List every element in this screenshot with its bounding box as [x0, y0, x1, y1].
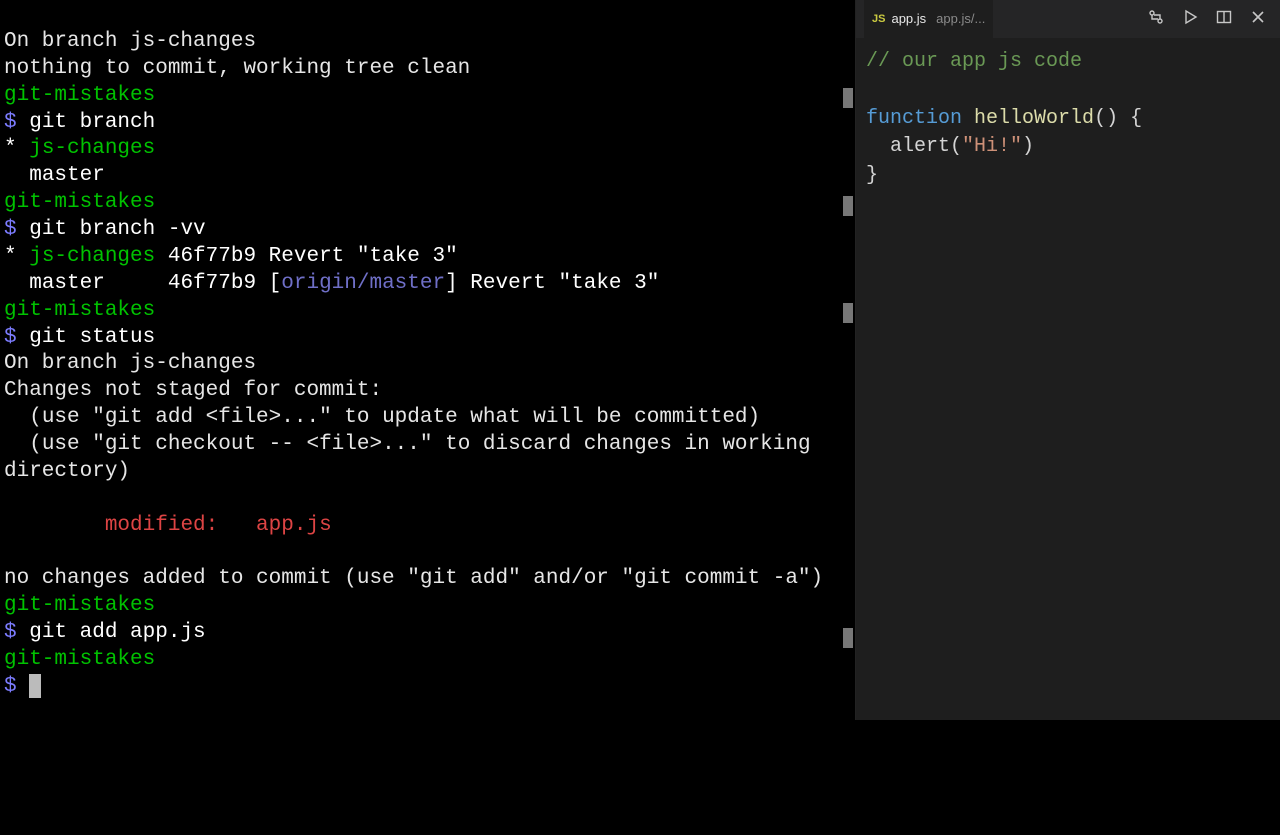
scrollbar-marker[interactable]: [843, 628, 853, 648]
command: git add app.js: [29, 621, 205, 644]
editor-tab-actions: [1148, 9, 1280, 30]
cwd-label: git-mistakes: [4, 648, 155, 671]
tab-filename: app.js: [891, 11, 926, 28]
scrollbar-marker[interactable]: [843, 303, 853, 323]
close-icon[interactable]: [1250, 9, 1266, 30]
branch-detail: 46f77b9 Revert "take 3": [155, 245, 457, 268]
modified-file: modified: app.js: [4, 514, 332, 537]
split-editor-icon[interactable]: [1216, 9, 1232, 30]
prompt-symbol: $: [4, 111, 29, 134]
editor-pane: JS app.js app.js/...: [855, 0, 1280, 720]
terminal-pane[interactable]: On branch js-changes nothing to commit, …: [0, 0, 855, 720]
cwd-label: git-mistakes: [4, 84, 155, 107]
branch-name: master: [4, 164, 105, 187]
status-line: On branch js-changes: [4, 30, 256, 53]
cwd-label: git-mistakes: [4, 191, 155, 214]
status-line: nothing to commit, working tree clean: [4, 57, 470, 80]
code-text: }: [866, 164, 878, 187]
cwd-label: git-mistakes: [4, 594, 155, 617]
status-line: On branch js-changes: [4, 352, 256, 375]
js-file-icon: JS: [872, 12, 885, 26]
command: git branch -vv: [29, 218, 205, 241]
prompt-symbol: $: [4, 675, 29, 698]
editor-tab-bar: JS app.js app.js/...: [856, 0, 1280, 38]
status-hint: (use "git add <file>..." to update what …: [4, 406, 760, 429]
scrollbar-marker[interactable]: [843, 88, 853, 108]
current-branch: js-changes: [29, 245, 155, 268]
code-keyword: function: [866, 107, 962, 130]
current-branch: js-changes: [29, 137, 155, 160]
code-comment: // our app js code: [866, 50, 1082, 73]
command: git branch: [29, 111, 155, 134]
prompt-symbol: $: [4, 326, 29, 349]
status-line: no changes added to commit (use "git add…: [4, 567, 823, 590]
terminal-output: On branch js-changes nothing to commit, …: [4, 29, 851, 701]
command: git status: [29, 326, 155, 349]
remote-ref: origin/master: [281, 272, 445, 295]
branch-detail: master 46f77b9 [: [4, 272, 281, 295]
code-area[interactable]: // our app js code function helloWorld()…: [856, 38, 1280, 720]
branch-detail: ] Revert "take 3": [445, 272, 659, 295]
prompt-symbol: $: [4, 621, 29, 644]
code-text: ): [1022, 135, 1034, 158]
status-line: Changes not staged for commit:: [4, 379, 382, 402]
run-icon[interactable]: [1182, 9, 1198, 30]
code-string: "Hi!": [962, 135, 1022, 158]
compare-changes-icon[interactable]: [1148, 9, 1164, 30]
branch-star: *: [4, 137, 29, 160]
scrollbar-marker[interactable]: [843, 196, 853, 216]
editor-tab[interactable]: JS app.js app.js/...: [864, 0, 993, 38]
prompt-symbol: $: [4, 218, 29, 241]
tab-path-hint: app.js/...: [936, 11, 985, 28]
cwd-label: git-mistakes: [4, 299, 155, 322]
branch-star: *: [4, 245, 29, 268]
status-hint: (use "git checkout -- <file>..." to disc…: [4, 433, 823, 483]
code-fn-name: helloWorld: [974, 107, 1094, 130]
cursor[interactable]: [29, 674, 41, 698]
code-text: alert(: [866, 135, 962, 158]
code-text: () {: [1094, 107, 1142, 130]
